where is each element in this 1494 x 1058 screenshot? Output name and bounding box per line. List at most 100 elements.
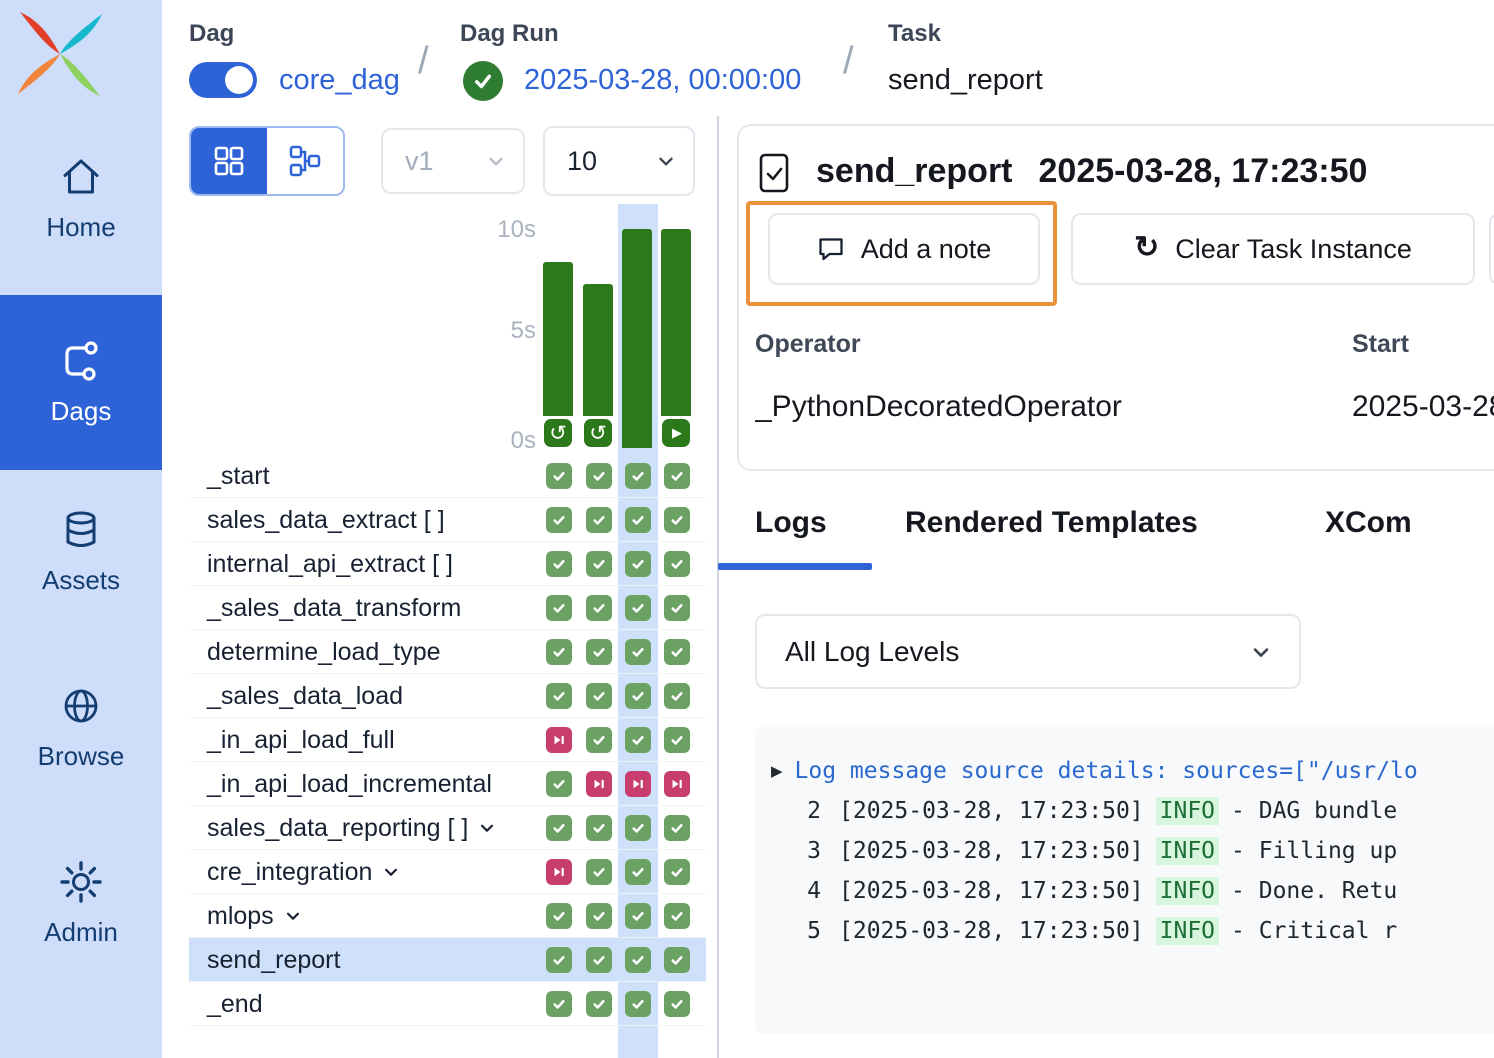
log-level-select[interactable]: All Log Levels <box>755 614 1301 689</box>
task-instance-success[interactable] <box>586 903 612 929</box>
retry-run-marker[interactable]: ↺ <box>584 419 612 447</box>
airflow-logo[interactable] <box>12 6 108 107</box>
task-instance-skipped[interactable] <box>586 771 612 797</box>
task-instance-success[interactable] <box>664 727 690 753</box>
task-name[interactable]: sales_data_extract [ ] <box>207 498 445 542</box>
run-duration-bar[interactable] <box>583 284 613 416</box>
task-row[interactable]: _sales_data_transform <box>189 586 706 630</box>
task-name[interactable]: _start <box>207 454 270 498</box>
task-instance-success[interactable] <box>546 815 572 841</box>
sidebar-item-assets[interactable]: Assets <box>0 487 162 615</box>
task-instance-success[interactable] <box>625 727 651 753</box>
task-row[interactable]: sales_data_extract [ ] <box>189 498 706 542</box>
task-instance-success[interactable] <box>625 683 651 709</box>
task-instance-success[interactable] <box>664 551 690 577</box>
task-row[interactable]: _end <box>189 982 706 1026</box>
task-instance-success[interactable] <box>586 639 612 665</box>
task-instance-success[interactable] <box>664 947 690 973</box>
task-instance-success[interactable] <box>625 639 651 665</box>
task-name[interactable]: _in_api_load_full <box>207 718 395 762</box>
task-instance-success[interactable] <box>586 595 612 621</box>
clear-task-instance-button[interactable]: ↻ Clear Task Instance <box>1071 213 1475 285</box>
task-row[interactable]: determine_load_type <box>189 630 706 674</box>
task-instance-success[interactable] <box>546 947 572 973</box>
task-row[interactable]: _in_api_load_full <box>189 718 706 762</box>
sidebar-item-admin[interactable]: Admin <box>0 839 162 967</box>
add-note-button[interactable]: Add a note <box>768 213 1040 285</box>
task-instance-success[interactable] <box>664 463 690 489</box>
task-row[interactable]: mlops <box>189 894 706 938</box>
task-name[interactable]: _end <box>207 982 263 1026</box>
task-name[interactable]: _sales_data_transform <box>207 586 461 630</box>
task-name[interactable]: _sales_data_load <box>207 674 403 718</box>
task-instance-skipped[interactable] <box>664 771 690 797</box>
grid-view-button[interactable] <box>191 128 267 194</box>
task-row[interactable]: send_report <box>189 938 706 982</box>
task-name[interactable]: determine_load_type <box>207 630 441 674</box>
task-instance-success[interactable] <box>546 463 572 489</box>
task-instance-success[interactable] <box>546 991 572 1017</box>
task-instance-success[interactable] <box>625 947 651 973</box>
task-name[interactable]: mlops <box>207 894 302 938</box>
sidebar-item-dags[interactable]: Dags <box>0 295 162 470</box>
task-instance-success[interactable] <box>586 859 612 885</box>
sidebar-item-browse[interactable]: Browse <box>0 663 162 791</box>
dag-run-link[interactable]: 2025-03-28, 00:00:00 <box>524 64 801 97</box>
chevron-down-icon[interactable] <box>478 819 496 837</box>
task-instance-success[interactable] <box>546 595 572 621</box>
dag-version-select[interactable]: v1 <box>381 128 525 194</box>
task-instance-skipped[interactable] <box>625 771 651 797</box>
task-instance-success[interactable] <box>546 771 572 797</box>
task-instance-success[interactable] <box>625 859 651 885</box>
dag-name-link[interactable]: core_dag <box>279 64 400 97</box>
task-name[interactable]: internal_api_extract [ ] <box>207 542 453 586</box>
task-instance-success[interactable] <box>586 507 612 533</box>
task-instance-success[interactable] <box>625 903 651 929</box>
task-row[interactable]: internal_api_extract [ ] <box>189 542 706 586</box>
sidebar-item-home[interactable]: Home <box>0 135 162 261</box>
task-row[interactable]: sales_data_reporting [ ] <box>189 806 706 850</box>
dag-pause-toggle[interactable] <box>189 62 257 98</box>
run-duration-bar[interactable] <box>543 262 573 416</box>
task-instance-success[interactable] <box>546 683 572 709</box>
task-instance-skipped[interactable] <box>546 727 572 753</box>
task-instance-success[interactable] <box>546 551 572 577</box>
tab-rendered-templates[interactable]: Rendered Templates <box>905 506 1198 540</box>
task-instance-success[interactable] <box>664 683 690 709</box>
task-instance-success[interactable] <box>625 463 651 489</box>
task-instance-success[interactable] <box>586 551 612 577</box>
task-row[interactable]: _sales_data_load <box>189 674 706 718</box>
task-name[interactable]: sales_data_reporting [ ] <box>207 806 496 850</box>
retry-run-marker[interactable]: ↺ <box>544 419 572 447</box>
task-instance-success[interactable] <box>586 815 612 841</box>
task-instance-success[interactable] <box>664 859 690 885</box>
task-instance-success[interactable] <box>546 903 572 929</box>
task-instance-success[interactable] <box>586 991 612 1017</box>
task-instance-success[interactable] <box>625 815 651 841</box>
chevron-down-icon[interactable] <box>382 863 400 881</box>
panel-divider[interactable] <box>717 116 719 1058</box>
task-instance-success[interactable] <box>546 507 572 533</box>
task-instance-success[interactable] <box>664 639 690 665</box>
task-row[interactable]: _start <box>189 454 706 498</box>
graph-view-button[interactable] <box>267 128 343 194</box>
task-instance-success[interactable] <box>625 551 651 577</box>
more-actions-button-partial[interactable] <box>1489 213 1494 285</box>
run-count-select[interactable]: 10 <box>543 126 695 196</box>
task-instance-success[interactable] <box>546 639 572 665</box>
task-instance-success[interactable] <box>586 683 612 709</box>
expand-log-source-icon[interactable]: ▶ <box>771 762 783 780</box>
task-instance-skipped[interactable] <box>546 859 572 885</box>
tab-xcom[interactable]: XCom <box>1325 506 1412 540</box>
task-instance-success[interactable] <box>625 507 651 533</box>
task-instance-success[interactable] <box>586 947 612 973</box>
task-instance-success[interactable] <box>664 595 690 621</box>
run-duration-bar[interactable] <box>622 229 652 448</box>
task-row[interactable]: _in_api_load_incremental <box>189 762 706 806</box>
task-instance-success[interactable] <box>625 595 651 621</box>
task-instance-success[interactable] <box>664 507 690 533</box>
task-name[interactable]: send_report <box>207 938 340 982</box>
task-instance-success[interactable] <box>664 815 690 841</box>
chevron-down-icon[interactable] <box>284 907 302 925</box>
play-run-marker[interactable]: ▶ <box>662 419 690 447</box>
